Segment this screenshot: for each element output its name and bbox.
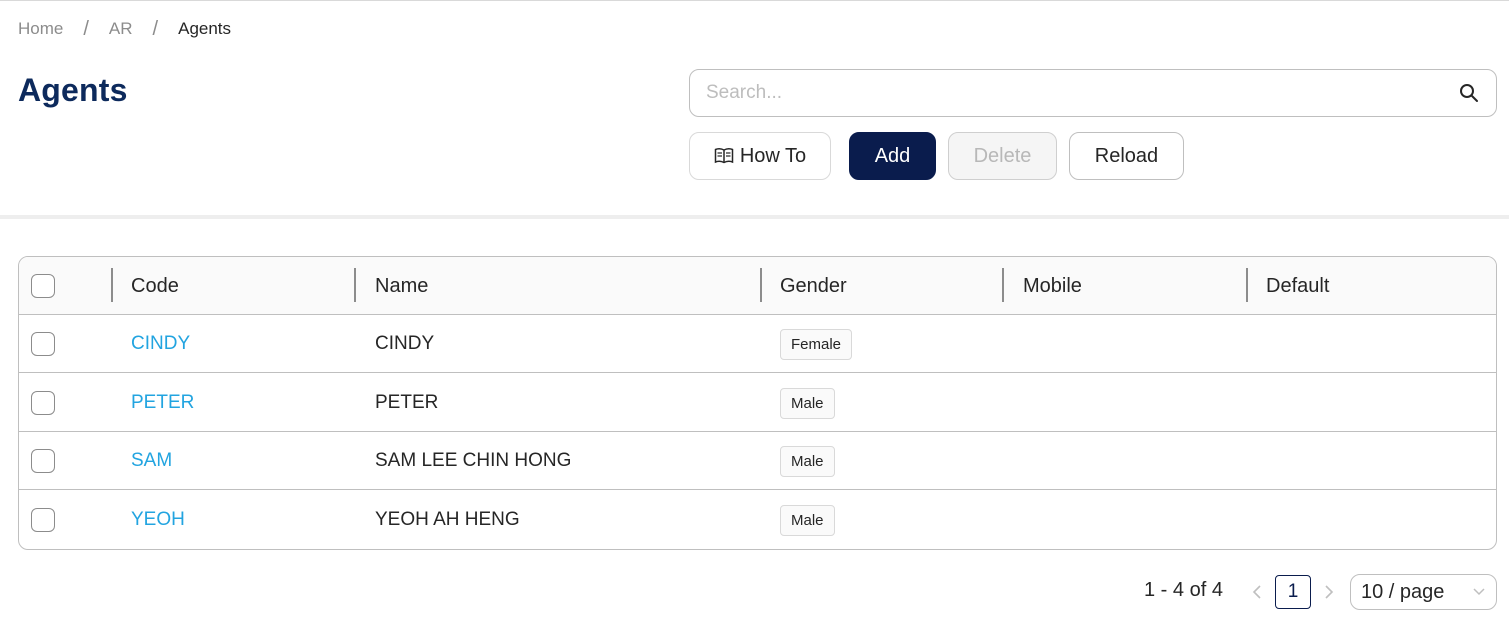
column-separator <box>111 268 113 302</box>
row-checkbox[interactable] <box>31 332 55 356</box>
chevron-down-icon <box>1472 587 1486 597</box>
agent-name: YEOH AH HENG <box>375 509 520 530</box>
row-select-cell <box>31 374 55 432</box>
column-header-gender[interactable]: Gender <box>780 257 847 315</box>
gender-tag: Female <box>780 328 853 360</box>
breadcrumb-separator: / <box>152 17 159 40</box>
column-header-name[interactable]: Name <box>375 257 428 315</box>
agents-table: Code Name Gender Mobile Default CINDY CI… <box>18 256 1497 550</box>
gender-tag: Male <box>780 445 835 477</box>
agent-code-link[interactable]: PETER <box>131 392 194 414</box>
table-row[interactable]: YEOH YEOH AH HENG Male <box>19 491 1496 549</box>
column-separator <box>1002 268 1004 302</box>
select-all-cell <box>31 257 55 315</box>
agent-code-link[interactable]: YEOH <box>131 509 185 531</box>
chevron-left-icon[interactable] <box>1248 580 1266 604</box>
breadcrumb-separator: / <box>83 17 89 40</box>
column-header-default[interactable]: Default <box>1266 257 1329 315</box>
pagination-total: 1 - 4 of 4 <box>1144 579 1223 601</box>
table-row[interactable]: PETER PETER Male <box>19 374 1496 432</box>
column-separator <box>760 268 762 302</box>
page-size-label: 10 / page <box>1361 580 1445 603</box>
column-separator <box>1246 268 1248 302</box>
gender-tag: Male <box>780 387 835 419</box>
agent-code-link[interactable]: CINDY <box>131 333 190 355</box>
row-select-cell <box>31 491 55 549</box>
section-divider <box>0 215 1509 219</box>
add-button[interactable]: Add <box>849 132 936 180</box>
row-select-cell <box>31 315 55 373</box>
how-to-label: How To <box>739 144 807 167</box>
breadcrumb: Home / AR / Agents <box>18 17 232 40</box>
how-to-button[interactable]: How To <box>689 132 831 180</box>
table-row[interactable]: SAM SAM LEE CHIN HONG Male <box>19 432 1496 490</box>
agent-name: SAM LEE CHIN HONG <box>375 450 572 471</box>
reload-button[interactable]: Reload <box>1069 132 1184 180</box>
chevron-right-icon[interactable] <box>1320 580 1338 604</box>
agent-name: PETER <box>375 392 439 413</box>
page-title: Agents <box>18 72 128 108</box>
column-header-code[interactable]: Code <box>131 257 179 315</box>
search-box <box>689 69 1497 117</box>
column-separator <box>354 268 356 302</box>
delete-button[interactable]: Delete <box>948 132 1057 180</box>
breadcrumb-home[interactable]: Home <box>18 19 63 39</box>
page-size-select[interactable]: 10 / page <box>1350 574 1497 610</box>
select-all-checkbox[interactable] <box>31 274 55 298</box>
book-icon <box>714 147 734 165</box>
column-header-mobile[interactable]: Mobile <box>1023 257 1082 315</box>
page-number-current[interactable]: 1 <box>1275 575 1311 609</box>
row-checkbox[interactable] <box>31 449 55 473</box>
row-select-cell <box>31 432 55 490</box>
breadcrumb-ar[interactable]: AR <box>109 19 133 39</box>
search-input[interactable] <box>706 82 1458 104</box>
agent-code-link[interactable]: SAM <box>131 450 172 472</box>
table-row[interactable]: CINDY CINDY Female <box>19 315 1496 373</box>
top-border <box>0 0 1509 1</box>
row-checkbox[interactable] <box>31 391 55 415</box>
search-icon[interactable] <box>1458 82 1480 104</box>
gender-tag: Male <box>780 504 835 536</box>
breadcrumb-current: Agents <box>178 19 232 38</box>
row-checkbox[interactable] <box>31 508 55 532</box>
table-header: Code Name Gender Mobile Default <box>19 257 1496 315</box>
agent-name: CINDY <box>375 333 435 354</box>
